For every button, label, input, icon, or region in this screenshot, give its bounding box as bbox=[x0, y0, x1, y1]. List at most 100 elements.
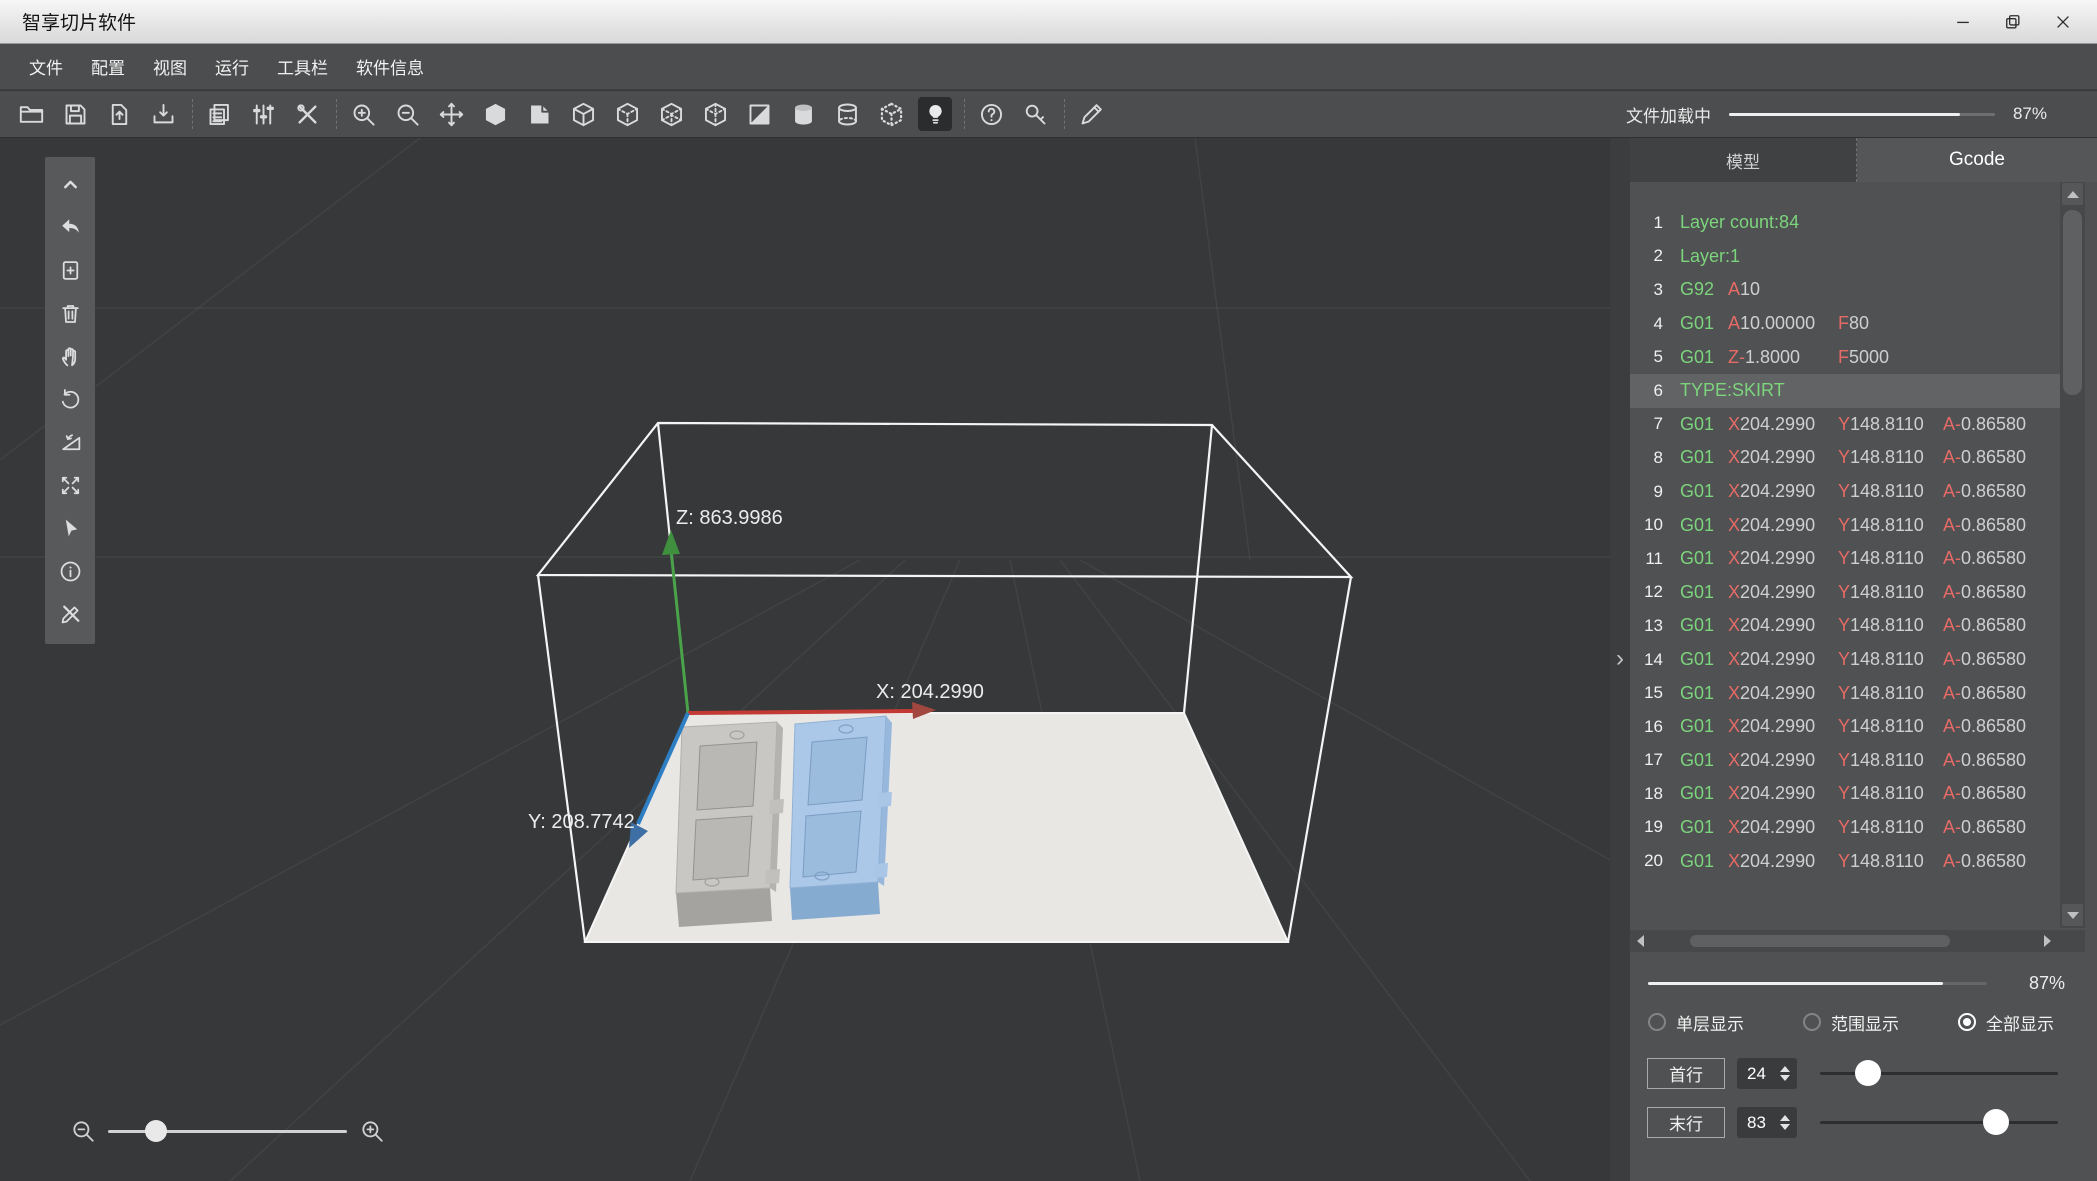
view-cylinder-solid-button[interactable] bbox=[786, 97, 820, 131]
gcode-line[interactable]: 16G01X204.2990Y148.8110A-0.86580 bbox=[1630, 710, 2060, 744]
open-file-button[interactable] bbox=[14, 97, 48, 131]
spinner-arrows-icon[interactable] bbox=[1780, 1066, 1790, 1081]
model-gray[interactable] bbox=[676, 722, 784, 927]
gcode-token-group: G01 bbox=[1680, 582, 1728, 603]
menu-item-4[interactable]: 运行 bbox=[201, 54, 263, 79]
zoom-in-icon[interactable] bbox=[359, 1118, 385, 1144]
gcode-line[interactable]: 7G01X204.2990Y148.8110A-0.86580 bbox=[1630, 408, 2060, 442]
rotate-model-button[interactable] bbox=[52, 426, 88, 459]
last-line-spinner[interactable]: 83 bbox=[1737, 1107, 1797, 1138]
tune-params-button[interactable] bbox=[246, 97, 280, 131]
close-button[interactable] bbox=[2045, 7, 2081, 37]
scroll-up-button[interactable] bbox=[2062, 183, 2083, 205]
annotate-pen-button[interactable] bbox=[1074, 97, 1108, 131]
tab-gcode[interactable]: Gcode bbox=[1857, 138, 2097, 182]
gcode-line[interactable]: 4G01A10.00000F80 bbox=[1630, 307, 2060, 341]
view-surface-button[interactable] bbox=[522, 97, 556, 131]
delete-model-button[interactable] bbox=[52, 297, 88, 330]
gcode-line[interactable]: 11G01X204.2990Y148.8110A-0.86580 bbox=[1630, 542, 2060, 576]
gcode-line[interactable]: 15G01X204.2990Y148.8110A-0.86580 bbox=[1630, 676, 2060, 710]
gcode-line[interactable]: 19G01X204.2990Y148.8110A-0.86580 bbox=[1630, 811, 2060, 845]
view-half-section-button[interactable] bbox=[742, 97, 776, 131]
first-line-spinner[interactable]: 24 bbox=[1737, 1058, 1797, 1089]
viewport-zoom-slider[interactable] bbox=[108, 1118, 347, 1144]
gcode-line[interactable]: 10G01X204.2990Y148.8110A-0.86580 bbox=[1630, 508, 2060, 542]
minimize-button[interactable] bbox=[1945, 7, 1981, 37]
gcode-line[interactable]: 1Layer count:84 bbox=[1630, 206, 2060, 240]
gcode-line[interactable]: 3G92A10 bbox=[1630, 273, 2060, 307]
spinner-arrows-icon[interactable] bbox=[1780, 1115, 1790, 1130]
rotate-view-button[interactable] bbox=[52, 383, 88, 416]
menu-item-5[interactable]: 工具栏 bbox=[263, 54, 342, 79]
search-key-button[interactable] bbox=[1018, 97, 1052, 131]
scroll-left-button[interactable] bbox=[1631, 931, 1649, 951]
horizontal-scroll-thumb[interactable] bbox=[1690, 935, 1950, 947]
undo-button[interactable] bbox=[52, 211, 88, 244]
first-line-slider[interactable] bbox=[1820, 1058, 2058, 1089]
gcode-line[interactable]: 12G01X204.2990Y148.8110A-0.86580 bbox=[1630, 576, 2060, 610]
gcode-line[interactable]: 2Layer:1 bbox=[1630, 240, 2060, 274]
gcode-horizontal-scrollbar[interactable] bbox=[1630, 930, 2085, 952]
gcode-line[interactable]: 13G01X204.2990Y148.8110A-0.86580 bbox=[1630, 609, 2060, 643]
view-wireframe-2-button[interactable] bbox=[610, 97, 644, 131]
gcode-token-group: Y148.8110 bbox=[1838, 851, 1943, 872]
view-wireframe-3-button[interactable] bbox=[654, 97, 688, 131]
move-view-button[interactable] bbox=[434, 97, 468, 131]
gcode-line[interactable]: 6TYPE:SKIRT bbox=[1630, 374, 2060, 408]
last-line-slider[interactable] bbox=[1820, 1107, 2058, 1138]
radio-range[interactable]: 范围显示 bbox=[1803, 1008, 1899, 1036]
restore-button[interactable] bbox=[1995, 7, 2031, 37]
gcode-line[interactable]: 20G01X204.2990Y148.8110A-0.86580 bbox=[1630, 844, 2060, 878]
menu-item-1[interactable]: 文件 bbox=[29, 54, 77, 79]
zoom-out-button[interactable] bbox=[390, 97, 424, 131]
zoom-in-button[interactable] bbox=[346, 97, 380, 131]
model-blue[interactable] bbox=[790, 716, 892, 920]
radio-show-all[interactable]: 全部显示 bbox=[1958, 1008, 2054, 1036]
view-points-button[interactable] bbox=[874, 97, 908, 131]
fit-view-button[interactable] bbox=[52, 469, 88, 502]
minimize-icon bbox=[1953, 12, 1973, 32]
gcode-vertical-scrollbar[interactable] bbox=[2060, 182, 2085, 928]
gcode-line[interactable]: 14G01X204.2990Y148.8110A-0.86580 bbox=[1630, 643, 2060, 677]
duplicate-model-button[interactable] bbox=[202, 97, 236, 131]
view-cylinder-wire-button[interactable] bbox=[830, 97, 864, 131]
menu-item-6[interactable]: 软件信息 bbox=[342, 54, 438, 79]
first-line-button[interactable]: 首行 bbox=[1647, 1058, 1725, 1089]
zoom-slider-thumb[interactable] bbox=[145, 1120, 167, 1142]
add-model-button[interactable] bbox=[52, 254, 88, 287]
collapse-up-button[interactable] bbox=[52, 168, 88, 201]
model-info-button[interactable] bbox=[52, 555, 88, 588]
view-wireframe-4-button[interactable] bbox=[698, 97, 732, 131]
export-gcode-button[interactable] bbox=[146, 97, 180, 131]
radio-single-layer[interactable]: 单层显示 bbox=[1648, 1008, 1744, 1036]
scroll-right-button[interactable] bbox=[2038, 931, 2056, 951]
tab-model[interactable]: 模型 bbox=[1630, 138, 1857, 182]
scroll-down-button[interactable] bbox=[2062, 904, 2083, 926]
view-wireframe-1-button[interactable] bbox=[566, 97, 600, 131]
measure-button[interactable] bbox=[52, 598, 88, 631]
import-model-button[interactable] bbox=[102, 97, 136, 131]
gcode-line[interactable]: 8G01X204.2990Y148.8110A-0.86580 bbox=[1630, 441, 2060, 475]
save-file-button[interactable] bbox=[58, 97, 92, 131]
menu-item-3[interactable]: 视图 bbox=[139, 54, 201, 79]
viewport-3d[interactable]: Z: 863.9986 X: 204.2990 Y: 208.7742 bbox=[0, 138, 1610, 1181]
view-wireframe-4-icon bbox=[702, 101, 729, 128]
help-button[interactable] bbox=[974, 97, 1008, 131]
last-line-button[interactable]: 末行 bbox=[1647, 1107, 1725, 1138]
panel-collapse-handle[interactable]: › bbox=[1610, 646, 1630, 674]
machine-tools-button[interactable] bbox=[290, 97, 324, 131]
gcode-line[interactable]: 9G01X204.2990Y148.8110A-0.86580 bbox=[1630, 475, 2060, 509]
menu-item-2[interactable]: 配置 bbox=[77, 54, 139, 79]
zoom-out-icon[interactable] bbox=[70, 1118, 96, 1144]
gcode-line[interactable]: 17G01X204.2990Y148.8110A-0.86580 bbox=[1630, 744, 2060, 778]
first-line-slider-thumb[interactable] bbox=[1855, 1060, 1881, 1086]
gcode-line[interactable]: 5G01Z-1.8000F5000 bbox=[1630, 340, 2060, 374]
gcode-line[interactable]: 18G01X204.2990Y148.8110A-0.86580 bbox=[1630, 777, 2060, 811]
vertical-scroll-thumb[interactable] bbox=[2063, 210, 2082, 395]
light-bulb-button[interactable] bbox=[918, 97, 952, 131]
view-solid-cube-button[interactable] bbox=[478, 97, 512, 131]
last-line-slider-thumb[interactable] bbox=[1983, 1109, 2009, 1135]
gcode-list[interactable]: 1Layer count:842Layer:13G92A104G01A10.00… bbox=[1630, 182, 2060, 928]
pan-hand-button[interactable] bbox=[52, 340, 88, 373]
select-pointer-button[interactable] bbox=[52, 512, 88, 545]
